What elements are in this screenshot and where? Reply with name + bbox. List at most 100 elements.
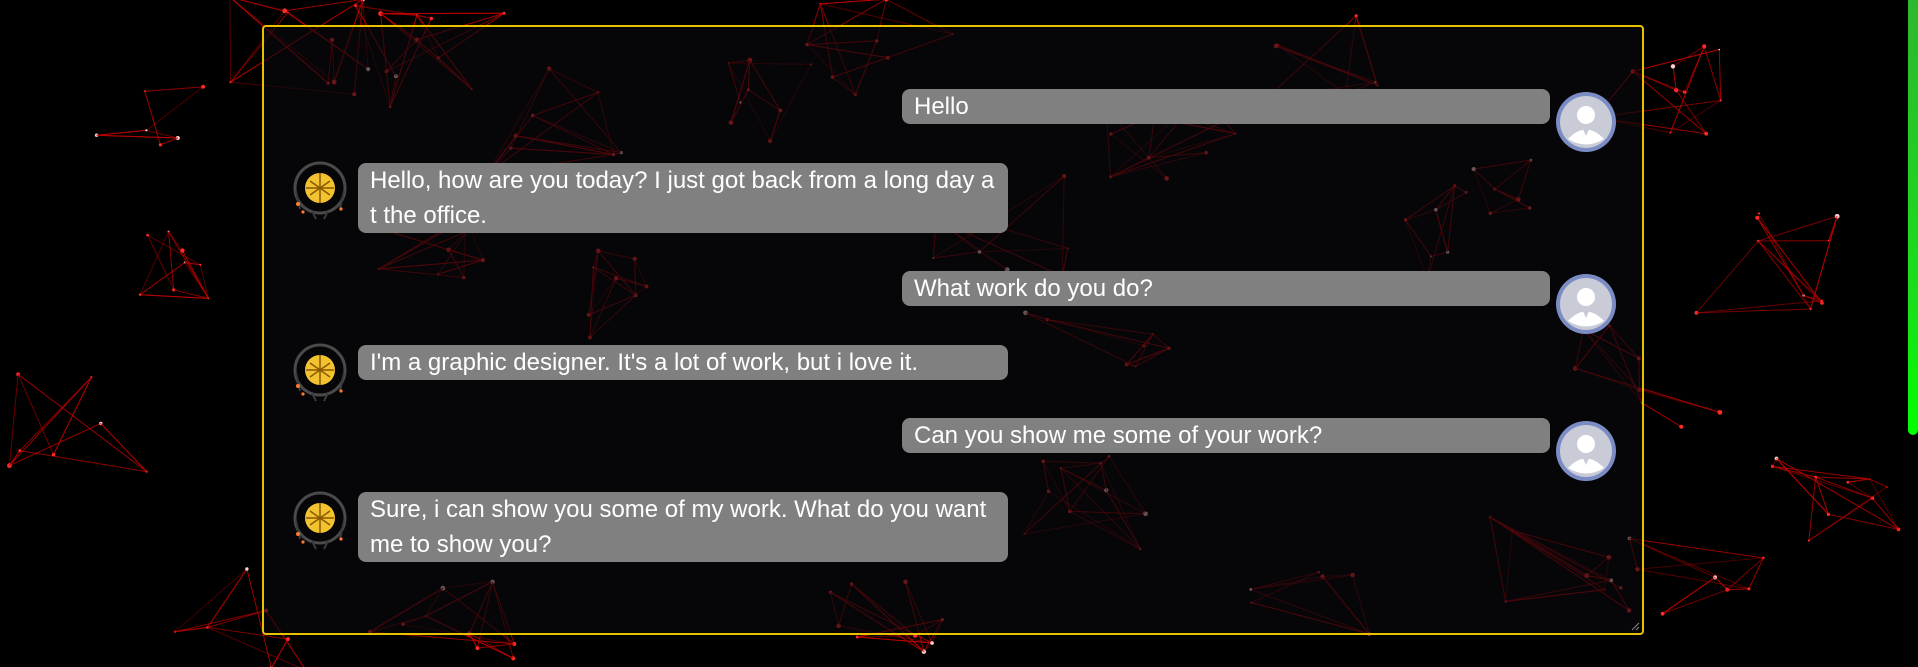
network-line bbox=[9, 423, 101, 467]
network-line bbox=[1815, 476, 1829, 515]
bot-message-bubble: Sure, i can show you some of my work. Wh… bbox=[358, 492, 1008, 562]
network-line bbox=[17, 373, 147, 473]
user-message-bubble: Can you show me some of your work? bbox=[902, 418, 1550, 453]
network-node bbox=[158, 143, 162, 147]
network-line bbox=[1758, 215, 1838, 242]
network-line bbox=[139, 231, 170, 295]
network-line bbox=[1662, 589, 1728, 615]
network-line bbox=[100, 423, 148, 472]
network-line bbox=[1632, 49, 1720, 72]
bot-avatar-icon bbox=[290, 161, 350, 221]
network-node bbox=[1807, 539, 1810, 542]
chat-window[interactable]: Hello Hello, how are you today? I just g… bbox=[262, 25, 1644, 635]
network-node bbox=[201, 84, 206, 89]
network-line bbox=[1758, 213, 1804, 296]
network-line bbox=[477, 643, 515, 649]
network-line bbox=[1756, 217, 1823, 304]
network-line bbox=[8, 374, 19, 466]
network-line bbox=[1637, 557, 1764, 570]
network-line bbox=[199, 264, 209, 299]
network-line bbox=[820, 0, 882, 5]
user-avatar-icon bbox=[1556, 421, 1616, 481]
network-line bbox=[146, 86, 204, 131]
bot-message-bubble: I'm a graphic designer. It's a lot of wo… bbox=[358, 345, 1008, 380]
network-line bbox=[1757, 240, 1823, 302]
network-line bbox=[1810, 216, 1838, 310]
network-node bbox=[1747, 587, 1751, 591]
network-node bbox=[475, 646, 480, 651]
user-avatar-icon bbox=[1556, 274, 1616, 334]
network-line bbox=[160, 137, 178, 146]
network-line bbox=[96, 129, 147, 136]
network-line bbox=[9, 376, 92, 466]
network-node bbox=[502, 11, 506, 15]
network-node bbox=[1846, 480, 1850, 484]
network-node bbox=[1757, 212, 1760, 215]
network-line bbox=[1670, 100, 1721, 134]
network-line bbox=[1828, 216, 1838, 241]
network-line bbox=[1662, 576, 1716, 615]
network-line bbox=[1869, 478, 1899, 530]
network-node bbox=[1660, 611, 1665, 616]
network-line bbox=[238, 0, 289, 13]
bot-avatar-icon bbox=[290, 343, 350, 403]
resize-grip-icon[interactable] bbox=[1630, 621, 1640, 631]
user-avatar-icon bbox=[1556, 92, 1616, 152]
network-node bbox=[51, 452, 56, 457]
network-line bbox=[1772, 465, 1873, 499]
network-node bbox=[1755, 215, 1760, 220]
network-line bbox=[1629, 538, 1750, 590]
network-line bbox=[168, 231, 209, 299]
network-node bbox=[145, 129, 148, 132]
network-node bbox=[146, 233, 149, 237]
network-line bbox=[144, 86, 204, 92]
network-line bbox=[1748, 557, 1764, 590]
network-line bbox=[284, 0, 363, 12]
user-message-bubble: What work do you do? bbox=[902, 271, 1550, 306]
network-node bbox=[199, 263, 202, 266]
network-line bbox=[19, 450, 147, 473]
network-line bbox=[1808, 477, 1817, 541]
page: Hello Hello, how are you today? I just g… bbox=[0, 0, 1918, 667]
user-message-bubble: Hello bbox=[902, 89, 1550, 124]
network-node bbox=[1717, 409, 1723, 415]
network-line bbox=[1727, 557, 1764, 591]
scroll-indicator[interactable] bbox=[1908, 0, 1918, 435]
network-line bbox=[1808, 486, 1888, 542]
network-line bbox=[96, 134, 178, 139]
network-node bbox=[1809, 307, 1812, 311]
network-line bbox=[1757, 240, 1812, 310]
network-node bbox=[1719, 99, 1722, 102]
network-node bbox=[1827, 239, 1830, 242]
network-node bbox=[207, 297, 210, 300]
network-line bbox=[1776, 458, 1829, 515]
network-line bbox=[1703, 46, 1722, 101]
network-node bbox=[1704, 131, 1709, 136]
network-line bbox=[17, 374, 54, 455]
network-line bbox=[139, 262, 186, 296]
network-line bbox=[1672, 66, 1677, 91]
network-line bbox=[174, 610, 267, 633]
bot-message-bubble: Hello, how are you today? I just got bac… bbox=[358, 163, 1008, 233]
network-node bbox=[1718, 48, 1721, 51]
network-line bbox=[1727, 588, 1749, 591]
network-line bbox=[229, 0, 232, 83]
network-line bbox=[1772, 465, 1816, 478]
network-node bbox=[138, 293, 142, 296]
network-line bbox=[1641, 402, 1682, 428]
network-node bbox=[1679, 424, 1684, 429]
network-line bbox=[1847, 478, 1870, 483]
network-node bbox=[1670, 64, 1676, 69]
network-line bbox=[53, 377, 92, 455]
network-line bbox=[1718, 49, 1722, 101]
network-node bbox=[282, 8, 288, 14]
network-node bbox=[930, 641, 934, 645]
bot-avatar-icon bbox=[290, 491, 350, 551]
network-line bbox=[139, 294, 209, 299]
network-node bbox=[1826, 512, 1831, 516]
network-node bbox=[245, 567, 249, 571]
network-line bbox=[1696, 240, 1759, 314]
network-line bbox=[1629, 537, 1764, 559]
network-line bbox=[271, 638, 289, 667]
network-node bbox=[1820, 299, 1823, 302]
